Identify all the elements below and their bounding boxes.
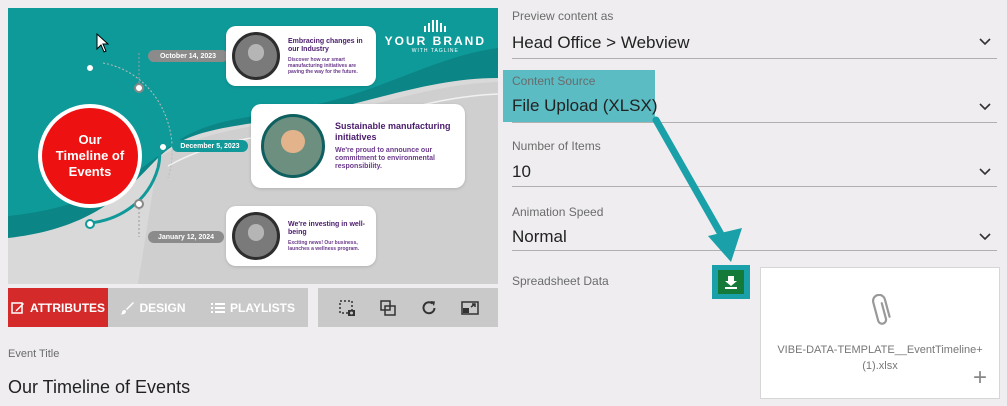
event-card: Sustainable manufacturing initiatives We… (251, 104, 465, 188)
chevron-down-icon (979, 233, 991, 241)
animation-speed-value: Normal (512, 227, 567, 246)
animation-speed-label: Animation Speed (512, 205, 604, 219)
paperclip-icon (871, 294, 891, 325)
tab-design[interactable]: DESIGN (108, 288, 198, 327)
event-date: October 14, 2023 (148, 50, 228, 62)
list-icon (211, 302, 226, 313)
brand-tagline: WITH TAGLINE (411, 48, 459, 54)
event-title-label: Event Title (8, 348, 60, 360)
event-title-input[interactable]: Our Timeline of Events (8, 377, 190, 398)
chevron-down-icon (979, 168, 991, 176)
uploaded-file-name: VIBE-DATA-TEMPLATE__EventTimeline+(1).xl… (777, 344, 983, 372)
number-of-items-value: 10 (512, 162, 531, 181)
spreadsheet-data-label: Spreadsheet Data (512, 274, 609, 288)
timeline-title: Our Timeline of Events (55, 132, 125, 179)
preview-content-select[interactable]: Preview content as Head Office > Webview (512, 0, 997, 60)
tab-design-label: DESIGN (139, 300, 186, 315)
event-body: Discover how our smart manufacturing ini… (288, 56, 358, 75)
chevron-down-icon (979, 103, 991, 111)
event-photo (232, 32, 280, 80)
chevron-down-icon (979, 38, 991, 46)
editor-tabs: ATTRIBUTES DESIGN PLAYLISTS (8, 288, 308, 327)
number-of-items-select[interactable]: Number of Items 10 (512, 130, 997, 188)
crop-screenshot-button[interactable] (336, 297, 358, 319)
refresh-button[interactable] (418, 297, 440, 319)
content-source-select[interactable]: Content Source File Upload (XLSX) (512, 66, 997, 124)
resize-icon (460, 300, 479, 315)
event-photo (261, 114, 325, 178)
resize-button[interactable] (459, 297, 481, 319)
template-preview: YOUR BRAND WITH TAGLINE Our Timeline of … (8, 8, 498, 284)
plus-icon[interactable]: + (973, 366, 987, 390)
event-title: Sustainable manufacturing initiatives (335, 121, 451, 142)
event-date: January 12, 2024 (148, 231, 224, 243)
content-source-value: File Upload (XLSX) (512, 96, 658, 115)
layers-button[interactable] (377, 297, 399, 319)
event-card: We're investing in well-being Exciting n… (226, 206, 376, 266)
download-template-button[interactable] (712, 265, 750, 299)
timeline-title-circle: Our Timeline of Events (42, 108, 138, 204)
cursor-icon (96, 33, 110, 53)
tab-playlists-label: PLAYLISTS (230, 300, 295, 315)
tab-playlists[interactable]: PLAYLISTS (198, 288, 308, 327)
tab-attributes[interactable]: ATTRIBUTES (8, 288, 108, 327)
brand-logo: YOUR BRAND WITH TAGLINE (385, 20, 486, 54)
download-icon (725, 276, 737, 289)
refresh-icon (422, 300, 435, 314)
layers-icon (379, 299, 396, 316)
crop-screenshot-icon (338, 299, 355, 316)
event-title: We're investing in well-being (288, 220, 365, 236)
event-title: Embracing changes in our Industry (288, 37, 363, 53)
event-body: Exciting news! Our business, launches a … (288, 239, 360, 252)
brand-name: YOUR BRAND (384, 34, 486, 48)
content-source-label: Content Source (512, 74, 596, 88)
preview-toolbar (318, 288, 498, 327)
preview-content-value: Head Office > Webview (512, 33, 690, 52)
spreadsheet-upload-area[interactable]: VIBE-DATA-TEMPLATE__EventTimeline+(1).xl… (760, 267, 1000, 399)
preview-content-label: Preview content as (512, 9, 614, 23)
tab-attributes-label: ATTRIBUTES (29, 300, 106, 315)
event-photo (232, 212, 280, 260)
brush-icon (120, 301, 135, 314)
edit-icon (11, 301, 24, 314)
event-date: December 5, 2023 (172, 140, 248, 152)
event-card: Embracing changes in our Industry Discov… (226, 26, 376, 86)
animation-speed-select[interactable]: Animation Speed Normal (512, 196, 997, 254)
event-body: We're proud to announce our commitment t… (335, 147, 435, 170)
number-of-items-label: Number of Items (512, 139, 601, 153)
